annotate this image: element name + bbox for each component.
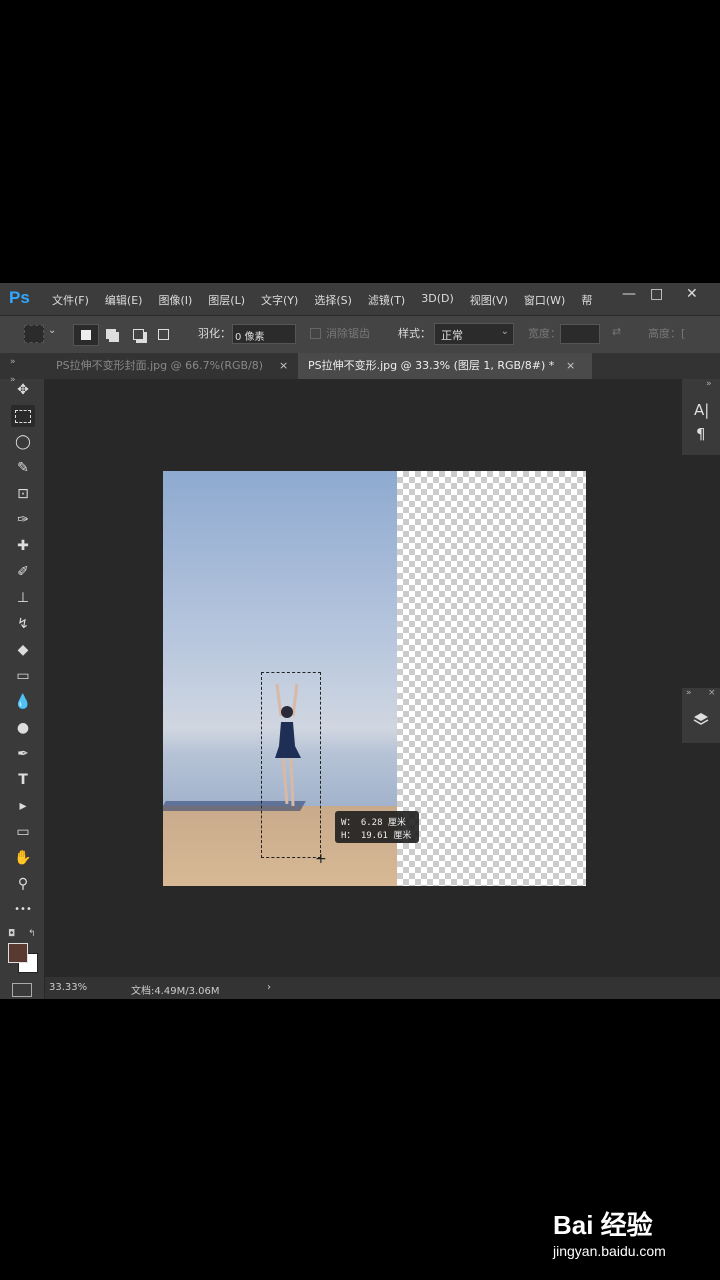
blur-tool-icon[interactable]: 💧	[11, 691, 35, 713]
tab-close-icon[interactable]: ×	[566, 353, 575, 379]
brush-tool-icon[interactable]: ✐	[11, 561, 35, 583]
move-tool-icon[interactable]: ✥	[11, 379, 35, 401]
swap-colors-icon[interactable]: ↰	[28, 929, 36, 939]
style-label: 样式：	[398, 327, 431, 340]
menu-edit[interactable]: 编辑(E)	[105, 292, 143, 308]
width-readout: W： 6.28 厘米	[341, 818, 406, 828]
menu-select[interactable]: 选择(S)	[314, 292, 352, 308]
crop-tool-icon[interactable]: ⊡	[11, 483, 35, 505]
ps-logo: Ps	[9, 288, 30, 307]
gradient-tool-icon[interactable]: ▭	[11, 665, 35, 687]
width-input[interactable]	[560, 324, 600, 344]
character-panel-icon[interactable]: A|	[694, 401, 709, 419]
panel-collapse-icon[interactable]: »	[10, 357, 16, 367]
height-label: 高度：[	[648, 327, 686, 340]
chevron-down-icon[interactable]: ⌄	[48, 325, 56, 336]
main-menu: 文件(F) 编辑(E) 图像(I) 图层(L) 文字(Y) 选择(S) 滤镜(T…	[52, 292, 608, 308]
baidu-url: jingyan.baidu.com	[553, 1243, 666, 1259]
healing-brush-tool-icon[interactable]: ✚	[11, 535, 35, 557]
status-bar: 33.33% 文档:4.49M/3.06M ›	[45, 977, 720, 999]
menu-filter[interactable]: 滤镜(T)	[368, 292, 405, 308]
clone-stamp-tool-icon[interactable]: ⊥	[11, 587, 35, 609]
menu-window[interactable]: 窗口(W)	[524, 292, 565, 308]
character-panel-dock: » A| ¶	[682, 379, 720, 455]
menu-type[interactable]: 文字(Y)	[261, 292, 298, 308]
document-size: 文档:4.49M/3.06M	[131, 986, 220, 997]
history-brush-tool-icon[interactable]: ↯	[11, 613, 35, 635]
foreground-color-swatch[interactable]	[8, 943, 28, 963]
rectangle-tool-icon[interactable]: ▭	[11, 821, 35, 843]
eyedropper-tool-icon[interactable]: ✑	[11, 509, 35, 531]
dodge-tool-icon[interactable]: ●	[11, 717, 35, 739]
eraser-tool-icon[interactable]: ◆	[11, 639, 35, 661]
crosshair-cursor-icon: +	[315, 851, 327, 867]
maximize-button[interactable]: □	[650, 286, 663, 302]
panel-expand-icon[interactable]: »	[686, 688, 692, 698]
marquee-preset-icon[interactable]	[24, 325, 44, 343]
marquee-tool-icon[interactable]	[11, 405, 35, 427]
antialias-checkbox[interactable]	[310, 328, 321, 339]
add-selection-icon[interactable]	[106, 329, 116, 339]
options-bar: ⌄ 羽化： 0 像素 消除锯齿 样式： 正常 ⌄ 宽度： ⇄ 高度：[	[0, 315, 720, 355]
quick-mask-icon[interactable]	[12, 983, 32, 997]
pen-tool-icon[interactable]: ✒	[11, 743, 35, 765]
swap-icon[interactable]: ⇄	[612, 325, 621, 338]
tab-active-doc[interactable]: PS拉伸不变形.jpg @ 33.3% (图层 1, RGB/8#) *	[298, 353, 592, 379]
tab-cover-doc[interactable]: PS拉伸不变形封面.jpg @ 66.7%(RGB/8)	[46, 353, 306, 379]
transparent-area	[397, 471, 586, 886]
quick-select-tool-icon[interactable]: ✎	[11, 457, 35, 479]
intersect-selection-icon[interactable]	[158, 329, 169, 340]
feather-input[interactable]: 0 像素	[232, 324, 296, 344]
selection-marquee[interactable]	[261, 672, 321, 858]
lasso-tool-icon[interactable]: ◯	[11, 431, 35, 453]
hand-tool-icon[interactable]: ✋	[11, 847, 35, 869]
chevron-down-icon: ⌄	[500, 326, 509, 337]
menu-layer[interactable]: 图层(L)	[208, 292, 245, 308]
feather-label: 羽化：	[198, 327, 231, 340]
panel-expand-icon[interactable]: »	[706, 379, 712, 389]
zoom-tool-icon[interactable]: ⚲	[11, 873, 35, 895]
minimize-button[interactable]: —	[622, 286, 636, 302]
baidu-logo: Bai 经验	[553, 1210, 653, 1240]
menu-bar: Ps 文件(F) 编辑(E) 图像(I) 图层(L) 文字(Y) 选择(S) 滤…	[0, 283, 720, 315]
layers-panel-dock: » ×	[682, 688, 720, 743]
new-selection-icon	[81, 330, 91, 340]
type-tool-icon[interactable]: T	[11, 769, 35, 791]
panel-close-icon[interactable]: ×	[708, 688, 716, 698]
photoshop-window: Ps 文件(F) 编辑(E) 图像(I) 图层(L) 文字(Y) 选择(S) 滤…	[0, 283, 720, 999]
menu-file[interactable]: 文件(F)	[52, 292, 89, 308]
height-readout: H： 19.61 厘米	[341, 831, 412, 841]
default-colors-icon[interactable]: ◘	[8, 929, 15, 939]
document-tabs: » PS拉伸不变形封面.jpg @ 66.7%(RGB/8) × PS拉伸不变形…	[0, 353, 720, 379]
new-selection-button[interactable]	[73, 324, 99, 346]
menu-view[interactable]: 视图(V)	[470, 292, 508, 308]
size-readout: W： 6.28 厘米 H： 19.61 厘米	[335, 811, 419, 843]
layers-panel-icon[interactable]	[693, 712, 709, 728]
zoom-level[interactable]: 33.33%	[49, 982, 87, 993]
paragraph-panel-icon[interactable]: ¶	[696, 425, 706, 443]
canvas-area[interactable]: + W： 6.28 厘米 H： 19.61 厘米	[45, 379, 682, 977]
status-menu-arrow-icon[interactable]: ›	[267, 982, 271, 993]
subtract-selection-icon[interactable]	[133, 329, 144, 340]
baidu-watermark: Bai 经验 jingyan.baidu.com	[548, 1205, 698, 1265]
document-canvas[interactable]: + W： 6.28 厘米 H： 19.61 厘米	[163, 471, 586, 886]
menu-image[interactable]: 图像(I)	[158, 292, 192, 308]
path-selection-tool-icon[interactable]: ▸	[11, 795, 35, 817]
tools-panel: » ✥ ◯ ✎ ⊡ ✑ ✚ ✐ ⊥ ↯ ◆ ▭ 💧 ● ✒ T ▸ ▭ ✋ ⚲ …	[0, 375, 44, 999]
tab-close-icon[interactable]: ×	[279, 353, 288, 379]
style-select[interactable]: 正常 ⌄	[434, 323, 514, 345]
menu-3d[interactable]: 3D(D)	[421, 292, 454, 308]
more-tools-icon[interactable]: •••	[11, 899, 35, 921]
menu-help[interactable]: 帮	[581, 292, 592, 308]
width-label: 宽度：	[528, 327, 561, 340]
close-button[interactable]: ✕	[686, 286, 698, 302]
antialias-label: 消除锯齿	[326, 327, 370, 340]
